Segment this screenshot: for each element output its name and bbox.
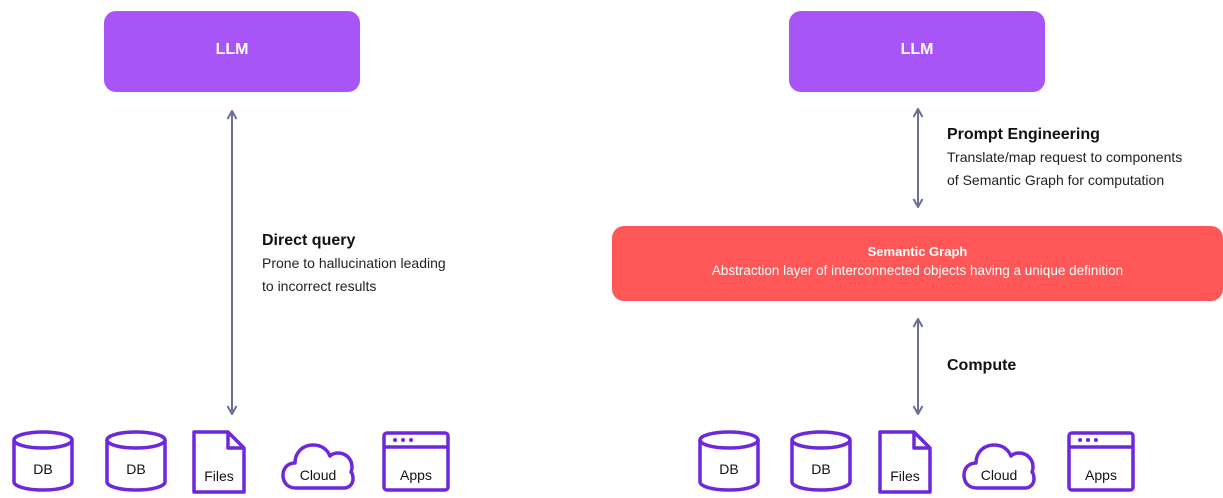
source-label-db-2: DB <box>126 461 146 477</box>
semantic-graph-title: Semantic Graph <box>867 244 968 259</box>
source-label-files: Files <box>204 468 234 484</box>
database-icon: DB <box>790 430 852 492</box>
compute-title: Compute <box>947 357 1017 374</box>
prompt-engineering-caption: Prompt Engineering Translate/map request… <box>947 124 1182 192</box>
cloud-icon: Cloud <box>281 430 355 492</box>
direct-query-caption: Direct query Prone to hallucination lead… <box>262 230 446 298</box>
source-label-db-1: DB <box>33 461 53 477</box>
database-icon: DB <box>12 430 74 492</box>
database-icon: DB <box>698 430 760 492</box>
app-window-icon: Apps <box>382 430 450 492</box>
llm-box-left: LLM <box>104 11 360 92</box>
direct-query-desc-line-1: Prone to hallucination leading <box>262 255 446 271</box>
source-label-cloud: Cloud <box>299 467 337 483</box>
prompt-engineering-arrow <box>912 108 924 208</box>
llm-box-right: LLM <box>789 11 1045 92</box>
database-icon: DB <box>105 430 167 492</box>
llm-label: LLM <box>215 41 249 58</box>
cloud-icon: Cloud <box>962 430 1036 492</box>
source-label-db-1: DB <box>719 461 739 477</box>
direct-query-title: Direct query <box>262 232 356 249</box>
prompt-engineering-title: Prompt Engineering <box>947 126 1100 143</box>
compute-arrow <box>912 318 924 415</box>
prompt-engineering-desc-line-1: Translate/map request to components <box>947 149 1183 165</box>
llm-label: LLM <box>900 41 934 58</box>
source-label-files: Files <box>890 468 920 484</box>
source-label-apps: Apps <box>1085 467 1117 483</box>
file-icon: Files <box>878 430 932 494</box>
source-label-cloud: Cloud <box>980 467 1018 483</box>
prompt-engineering-desc-line-2: of Semantic Graph for computation <box>947 172 1165 188</box>
direct-query-arrow <box>226 110 238 415</box>
compute-caption: Compute <box>947 355 1016 377</box>
app-window-icon: Apps <box>1067 430 1135 492</box>
direct-query-desc-line-2: to incorrect results <box>262 278 377 294</box>
source-label-apps: Apps <box>400 467 432 483</box>
semantic-graph-desc: Abstraction layer of interconnected obje… <box>711 263 1124 278</box>
source-label-db-2: DB <box>811 461 831 477</box>
file-icon: Files <box>192 430 246 494</box>
semantic-graph-box: Semantic Graph Abstraction layer of inte… <box>612 226 1223 301</box>
